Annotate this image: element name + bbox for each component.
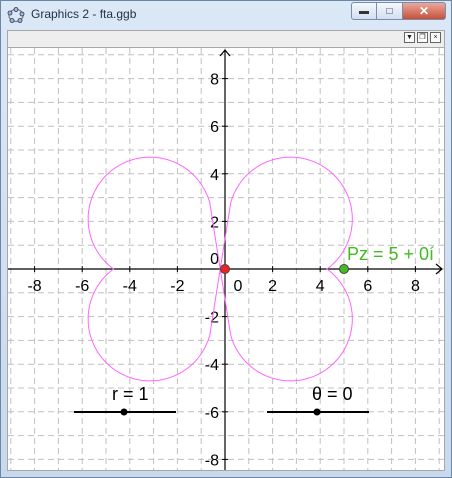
x-tick-label: 0: [234, 278, 243, 295]
x-tick-label: -4: [123, 278, 137, 295]
dropdown-icon: ▼: [406, 34, 413, 41]
y-tick-label: 4: [210, 167, 219, 184]
sliders: r = 1 θ = 0: [74, 384, 369, 416]
x-tick-label: 4: [316, 278, 325, 295]
view-toolbar: ▼ ❐ ×: [7, 30, 445, 47]
y-tick-label: 2: [210, 214, 219, 231]
point-pz-label: Pz = 5 + 0í: [347, 244, 434, 264]
graphics-window: Graphics 2 - fta.ggb ▬ □ ✕ ▼ ❐ × -8 -6 -…: [0, 0, 452, 478]
undock-view-button[interactable]: ❐: [417, 32, 428, 43]
maximize-icon: □: [386, 5, 393, 17]
y-tick-label: 6: [210, 119, 219, 136]
x-tick-label: -2: [170, 278, 184, 295]
graphics-view[interactable]: -8 -6 -4 -2 0 2 4 6 8 8 6 4 2 0 -2 -4 -6 -8 r = 1 θ = 0 …: [7, 47, 445, 471]
minimize-button[interactable]: ▬: [351, 2, 377, 20]
slider-r-handle[interactable]: [120, 408, 128, 416]
y-tick-label: -6: [205, 405, 219, 422]
y-tick-label: 8: [210, 72, 219, 89]
x-tick-label: 2: [268, 278, 277, 295]
close-view-icon: ×: [433, 34, 438, 41]
window-title: Graphics 2 - fta.ggb: [31, 7, 137, 21]
title-bar[interactable]: Graphics 2 - fta.ggb ▬ □ ✕: [1, 1, 451, 29]
y-tick-label: -8: [205, 452, 219, 469]
close-icon: ✕: [418, 4, 430, 18]
close-view-button[interactable]: ×: [430, 32, 441, 43]
x-tick-label: 8: [411, 278, 420, 295]
slider-r-label: r = 1: [112, 384, 149, 404]
close-button[interactable]: ✕: [403, 2, 446, 20]
x-tick-label: 6: [363, 278, 372, 295]
geogebra-app-icon: [7, 7, 25, 23]
maximize-button[interactable]: □: [377, 2, 403, 20]
restore-icon: ❐: [419, 34, 426, 41]
x-tick-label: -6: [75, 278, 89, 295]
y-tick-label: -4: [205, 357, 219, 374]
minimize-icon: ▬: [359, 5, 369, 17]
origin-point[interactable]: [220, 264, 230, 274]
view-menu-button[interactable]: ▼: [404, 32, 415, 43]
x-tick-label: -8: [27, 278, 41, 295]
slider-theta-label: θ = 0: [312, 384, 353, 404]
point-pz[interactable]: [339, 264, 349, 274]
slider-theta-handle[interactable]: [313, 408, 321, 416]
graph-canvas[interactable]: -8 -6 -4 -2 0 2 4 6 8 86420-2-4-6-8 r = 1 θ = 0 …: [8, 48, 444, 470]
